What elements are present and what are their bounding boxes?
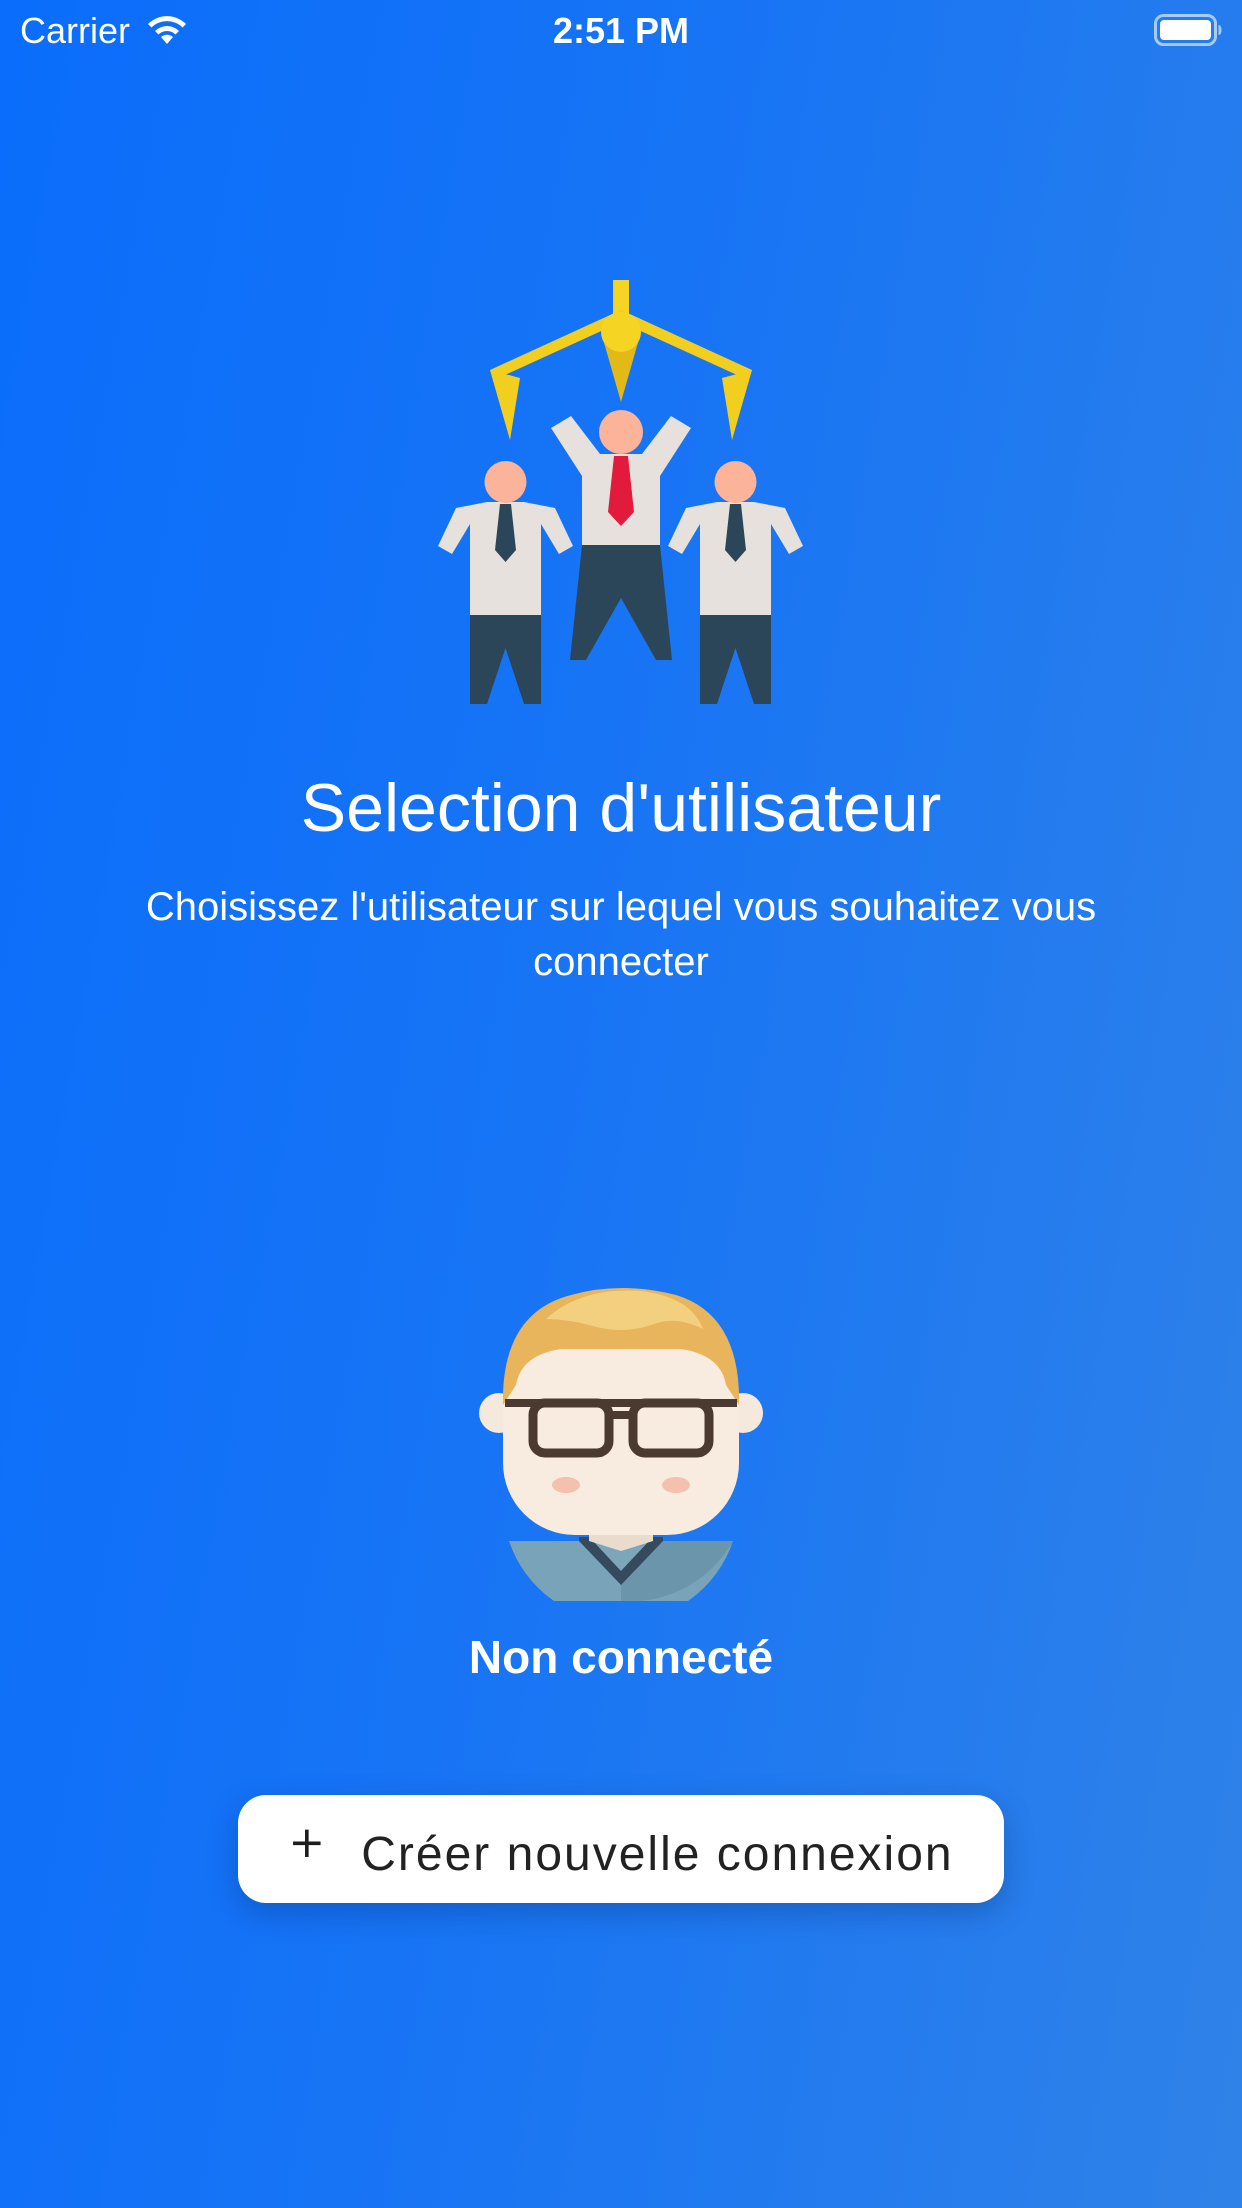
left-person-icon (438, 461, 573, 704)
create-connection-label: Créer nouvelle connexion (361, 1828, 954, 1881)
create-connection-button[interactable]: + Créer nouvelle connexion (238, 1795, 1004, 1903)
user-avatar-button[interactable] (471, 1285, 771, 1601)
page-subtitle: Choisissez l'utilisateur sur lequel vous… (145, 885, 1097, 984)
right-person-icon (668, 461, 803, 704)
status-time: 2:51 PM (552, 10, 690, 51)
plus-icon: + (288, 1817, 326, 1868)
lifted-person-icon (551, 410, 691, 660)
status-bar: Carrier 2:51 PM (0, 0, 1242, 62)
battery-icon (1154, 14, 1222, 46)
user-selection-screen: Carrier 2:51 PM Selection d'utilisateur … (0, 0, 1242, 2208)
page-title: Selection d'utilisateur (300, 770, 942, 846)
user-avatar-icon (479, 1288, 763, 1601)
people-selection-claw-illustration (438, 280, 803, 704)
user-status-label: Non connecté (468, 1631, 774, 1683)
